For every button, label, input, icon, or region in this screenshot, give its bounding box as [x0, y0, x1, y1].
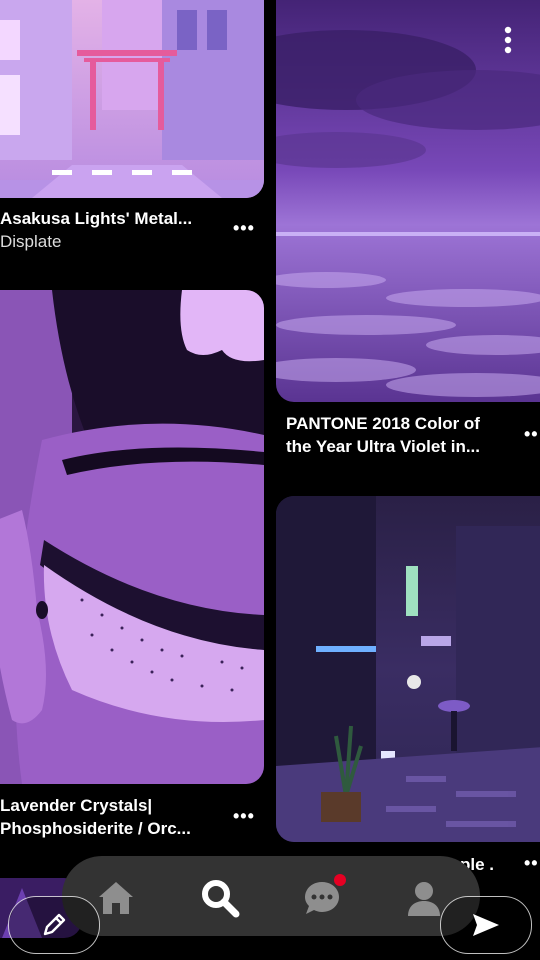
pin-image-asakusa[interactable] — [0, 0, 264, 198]
send-icon — [473, 914, 499, 936]
send-button[interactable] — [440, 896, 532, 954]
profile-icon — [408, 882, 440, 916]
more-options-icon[interactable]: •• — [524, 853, 539, 874]
purple-tinted-photo — [0, 290, 264, 784]
asakusa-street-illustration — [0, 0, 264, 198]
bottom-nav-bar — [62, 856, 480, 936]
rainy-alley-photo — [276, 496, 540, 842]
notification-dot — [334, 874, 346, 886]
more-options-icon[interactable]: ••• — [233, 806, 255, 827]
pin-subtitle-displate[interactable]: Displate — [0, 231, 61, 253]
pin-image-rainy-alley[interactable] — [276, 496, 540, 842]
more-options-icon[interactable]: ••• — [233, 218, 255, 239]
home-icon — [99, 882, 133, 914]
pin-image-lavender[interactable] — [0, 290, 264, 784]
search-icon — [202, 880, 240, 918]
nav-search[interactable] — [198, 876, 242, 920]
pin-title-asakusa[interactable]: Asakusa Lights' Metal... — [0, 208, 230, 230]
pin-title-pantone-line2[interactable]: the Year Ultra Violet in... — [286, 436, 480, 458]
vertical-dots-icon[interactable] — [502, 26, 514, 56]
nav-profile[interactable] — [402, 876, 446, 920]
pencil-icon — [43, 913, 66, 936]
pin-title-lavender-line1[interactable]: Lavender Crystals| — [0, 795, 152, 817]
more-options-icon[interactable]: •• — [524, 424, 539, 445]
purple-ocean-photo — [276, 0, 540, 402]
pin-image-pantone-ocean[interactable] — [276, 0, 540, 402]
nav-messages[interactable] — [300, 874, 346, 920]
pin-title-lavender-line2[interactable]: Phosphosiderite / Orc... — [0, 818, 191, 840]
nav-home[interactable] — [94, 876, 138, 920]
edit-button[interactable] — [8, 896, 100, 954]
pin-title-pantone-line1[interactable]: PANTONE 2018 Color of — [286, 413, 480, 435]
